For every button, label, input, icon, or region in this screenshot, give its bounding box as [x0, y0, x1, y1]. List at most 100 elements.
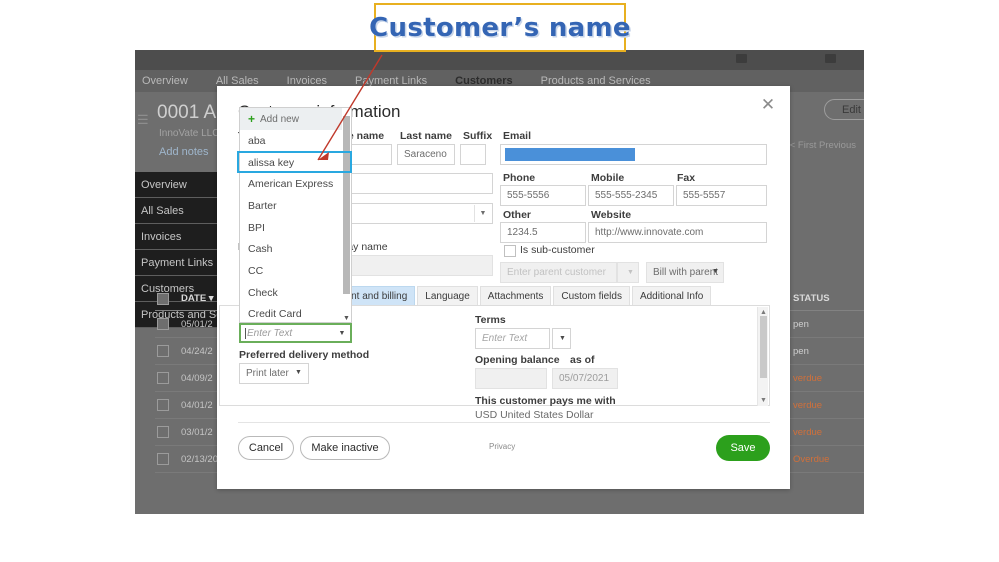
label-phone: Phone	[503, 172, 536, 184]
row-checkbox[interactable]	[157, 345, 169, 357]
add-new-label: Add new	[260, 113, 299, 125]
dropdown-add-new[interactable]: + Add new	[240, 108, 351, 130]
status-badge: Overdue	[793, 453, 830, 465]
company-field[interactable]	[336, 173, 493, 194]
parent-customer-dropdown[interactable]: ▼	[617, 262, 639, 283]
status-badge: verdue	[793, 399, 823, 411]
as-of-date-field[interactable]: 05/07/2021	[552, 368, 618, 389]
label-other: Other	[503, 209, 532, 221]
dropdown-item-cash[interactable]: Cash	[240, 238, 351, 260]
chevron-down-icon[interactable]: ▼	[334, 325, 350, 341]
status-badge: verdue	[793, 426, 823, 438]
nav-item-overview[interactable]: Overview	[142, 75, 188, 87]
annotation-callout: Customer’s name	[369, 3, 631, 52]
dropdown-item-check[interactable]: Check	[240, 282, 351, 304]
label-preferred-delivery: Preferred delivery method	[239, 349, 370, 361]
annotation-text: Customer’s name	[369, 12, 631, 43]
dropdown-item-american-express[interactable]: American Express	[240, 173, 351, 195]
screenshot-root: Overview All Sales Invoices Payment Link…	[0, 0, 999, 562]
opening-balance-field[interactable]	[475, 368, 547, 389]
dropdown-item-cc[interactable]: CC	[240, 260, 351, 282]
chevron-down-icon: ▼	[559, 335, 566, 342]
suffix-field[interactable]	[460, 144, 486, 165]
label-mobile: Mobile	[591, 172, 625, 184]
text-cursor	[245, 328, 246, 339]
status-badge: verdue	[793, 372, 823, 384]
label-as-of: as of	[570, 354, 595, 366]
scrollbar-thumb[interactable]	[343, 116, 350, 294]
status-badge: pen	[793, 345, 809, 357]
last-name-field[interactable]: Saraceno	[397, 144, 455, 165]
column-status: STATUS	[793, 293, 830, 304]
dropdown-item-credit-card[interactable]: Credit Card	[240, 304, 351, 323]
plus-icon: +	[248, 112, 256, 126]
modal-tabs[interactable]: Payment and billing Language Attachments…	[312, 286, 712, 307]
label-fax: Fax	[677, 172, 696, 184]
make-inactive-button[interactable]: Make inactive	[300, 436, 390, 460]
gear-icon[interactable]	[825, 54, 836, 63]
phone-field[interactable]: 555-5556	[500, 185, 586, 206]
parent-customer-field[interactable]: Enter parent customer	[500, 262, 617, 283]
label-is-sub-customer: Is sub-customer	[520, 244, 595, 256]
row-checkbox[interactable]	[157, 453, 169, 465]
label-terms: Terms	[475, 314, 506, 326]
chevron-down-icon: ▼	[712, 268, 719, 275]
currency-value: USD United States Dollar	[475, 409, 594, 421]
status-badge: pen	[793, 318, 809, 330]
email-text-selection	[505, 148, 635, 161]
scrollbar-thumb[interactable]	[760, 316, 767, 378]
combo-placeholder: Enter Text	[247, 327, 293, 339]
row-checkbox[interactable]	[157, 399, 169, 411]
pagination-controls[interactable]: < First Previous	[790, 140, 856, 151]
payment-method-dropdown-list[interactable]: + Add new aba alissa key American Expres…	[239, 107, 352, 323]
mobile-field[interactable]: 555-555-2345	[588, 185, 674, 206]
chevron-down-icon[interactable]: ▼	[474, 205, 491, 222]
app-topbar	[135, 50, 864, 70]
tab-custom-fields[interactable]: Custom fields	[553, 286, 630, 307]
label-opening-balance: Opening balance	[475, 354, 560, 366]
footer-divider	[238, 422, 770, 423]
scroll-down-icon[interactable]: ▼	[343, 315, 350, 322]
email-field[interactable]	[500, 144, 767, 165]
privacy-link[interactable]: Privacy	[489, 442, 515, 451]
chevron-down-icon: ▼	[295, 369, 302, 376]
dropdown-item-bpi[interactable]: BPI	[240, 217, 351, 239]
fax-field[interactable]: 555-5557	[676, 185, 767, 206]
company-name: InnoVate LLC	[159, 128, 220, 139]
terms-dropdown-toggle[interactable]: ▼	[552, 328, 571, 349]
dropdown-item-barter[interactable]: Barter	[240, 195, 351, 217]
label-suffix: Suffix	[463, 130, 493, 142]
panel-scrollbar[interactable]: ▲ ▼	[757, 307, 768, 406]
menu-icon[interactable]: ☰	[137, 112, 149, 128]
name-to-print-field[interactable]: ▼	[336, 203, 493, 224]
select-all-checkbox[interactable]	[157, 292, 169, 305]
close-icon[interactable]: ✕	[758, 94, 778, 114]
tab-attachments[interactable]: Attachments	[479, 286, 552, 307]
chevron-down-icon: ▼	[627, 269, 634, 276]
page-title: 0001 Ac	[157, 102, 226, 123]
row-checkbox[interactable]	[157, 426, 169, 438]
dropdown-item-aba[interactable]: aba	[240, 130, 351, 152]
scroll-down-icon[interactable]: ▼	[758, 396, 769, 405]
label-pays-me-with: This customer pays me with	[475, 395, 616, 407]
row-checkbox[interactable]	[157, 372, 169, 384]
tab-language[interactable]: Language	[417, 286, 478, 307]
dropdown-scrollbar[interactable]: ▼	[342, 108, 351, 322]
selected-item-highlight	[237, 151, 352, 173]
help-icon[interactable]	[736, 54, 747, 63]
is-sub-customer-checkbox[interactable]	[504, 245, 516, 257]
label-last-name: Last name	[400, 130, 452, 142]
other-field[interactable]: 1234.5	[500, 222, 586, 243]
website-field[interactable]: http://www.innovate.com	[588, 222, 767, 243]
terms-field[interactable]: Enter Text	[475, 328, 550, 349]
cancel-button[interactable]: Cancel	[238, 436, 294, 460]
row-checkbox[interactable]	[157, 318, 169, 330]
label-email: Email	[503, 130, 532, 142]
save-button[interactable]: Save	[716, 435, 770, 461]
label-website: Website	[591, 209, 632, 221]
edit-button[interactable]: Edit	[824, 99, 864, 120]
tab-additional-info[interactable]: Additional Info	[631, 286, 712, 307]
add-notes-link[interactable]: Add notes	[159, 146, 209, 158]
payment-method-combo-input[interactable]: Enter Text ▼	[239, 323, 352, 343]
display-name-field[interactable]	[336, 255, 493, 276]
